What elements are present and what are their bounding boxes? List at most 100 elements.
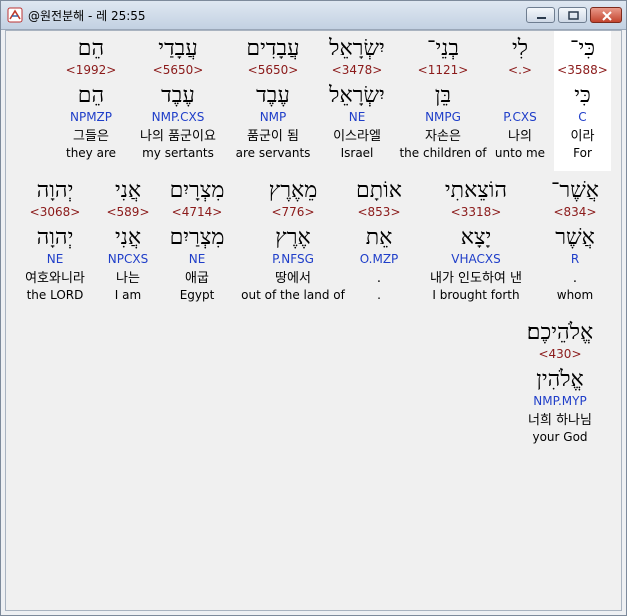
strong-number[interactable]: <1992> — [60, 63, 122, 78]
window-title: @원전분해 - 레 25:55 — [28, 9, 146, 23]
interlinear-panel[interactable]: כִּי־ <3588> כִּי C 이라 For לִי <.> P.CXS… — [5, 30, 622, 611]
english-gloss: my sertants — [142, 146, 214, 160]
hebrew-word: לִי — [511, 36, 529, 61]
korean-gloss: . — [376, 271, 382, 286]
hebrew-word: יִשְׂרָאֵל — [329, 36, 385, 61]
title-bar[interactable]: @원전분해 - 레 25:55 — [1, 1, 626, 30]
word-block[interactable]: מֵאֶרֶץ <776> אֶרֶץ P.NFSG 땅에서 out of th… — [238, 177, 348, 303]
english-gloss: are servants — [235, 146, 311, 160]
app-window: @원전분해 - 레 25:55 כִּי־ <3588> כִּי C 이라 F… — [0, 0, 627, 616]
hebrew-word: בְנֵי־ — [427, 36, 459, 61]
strong-number[interactable]: <776> — [238, 205, 348, 220]
minimize-button[interactable] — [526, 7, 555, 23]
morphology-code: NPMZP — [69, 110, 113, 124]
morphology-code: VHACXS — [451, 252, 501, 266]
korean-gloss: . — [572, 271, 578, 286]
hebrew-word: הוֹצֵאתִי — [444, 178, 508, 203]
morphology-code: NE — [188, 252, 206, 266]
app-logo-icon — [7, 7, 23, 23]
lemma-word: בֵּן — [434, 83, 452, 108]
korean-gloss: 나의 품군이요 — [140, 129, 216, 144]
english-gloss: Egypt — [179, 288, 215, 302]
english-gloss: they are — [65, 146, 116, 160]
english-gloss: . — [377, 288, 381, 302]
lemma-word: אֲשֶׁר — [555, 225, 595, 250]
word-block[interactable]: בְנֵי־ <1121> בֵּן NMPG 자손은 the children… — [398, 35, 488, 161]
word-block[interactable]: אֲשֶׁר־ <834> אֲשֶׁר R . whom — [542, 177, 608, 303]
english-gloss: the children of — [399, 146, 487, 160]
korean-gloss: 나의 — [508, 129, 532, 144]
close-button[interactable] — [590, 7, 622, 23]
strong-number[interactable]: <3478> — [324, 63, 390, 78]
hebrew-word: אֱלֹהֵיכֶם׃ — [526, 320, 594, 345]
strong-number[interactable]: <1121> — [398, 63, 488, 78]
strong-number[interactable]: <3318> — [418, 205, 534, 220]
lemma-word: עֶבֶד — [256, 83, 290, 108]
word-block[interactable]: עֲבָדַי <5650> עֶבֶד NMP.CXS 나의 품군이요 my … — [132, 35, 224, 161]
hebrew-word: אֲשֶׁר־ — [550, 178, 599, 203]
word-block[interactable]: מִצְרָיִם <4714> מִצְרַיִם NE 애굽 Egypt — [160, 177, 234, 303]
korean-gloss: 애굽 — [185, 271, 209, 286]
word-block[interactable]: יִשְׂרָאֵל <3478> יִשְׂרָאֵל NE 이스라엘 Isr… — [324, 35, 390, 161]
english-gloss: out of the land of — [241, 288, 345, 302]
word-block[interactable]: עֲבָדִים <5650> עֶבֶד NMP 품군이 됨 are serv… — [234, 35, 312, 161]
strong-number[interactable]: <4714> — [160, 205, 234, 220]
morphology-code: NPCXS — [107, 252, 149, 266]
korean-gloss: 땅에서 — [275, 271, 311, 286]
strong-number[interactable]: <853> — [348, 205, 410, 220]
english-gloss: I am — [114, 288, 142, 302]
english-gloss: whom — [556, 288, 594, 302]
word-block[interactable]: אֲנִי <589> אֲנִי NPCXS 나는 I am — [102, 177, 154, 303]
word-block[interactable]: יְהוָה <3068> יְהוָה NE 여호와니라 the LORD — [14, 177, 96, 303]
strong-number[interactable]: <3588> — [554, 63, 611, 78]
strong-number[interactable]: <5650> — [234, 63, 312, 78]
hebrew-word: מֵאֶרֶץ — [268, 178, 318, 203]
korean-gloss: 이스라엘 — [333, 129, 381, 144]
lemma-word: אֶרֶץ — [275, 225, 311, 250]
morphology-code: NMP — [259, 110, 287, 124]
hebrew-word: כִּי־ — [570, 36, 595, 61]
morphology-code: C — [578, 110, 587, 124]
morphology-code: P.CXS — [503, 110, 537, 124]
korean-gloss: 그들은 — [73, 129, 109, 144]
strong-number[interactable]: <430> — [516, 347, 604, 362]
strong-number[interactable]: <589> — [102, 205, 154, 220]
english-gloss: unto me — [494, 146, 546, 160]
strong-number[interactable]: <5650> — [132, 63, 224, 78]
lemma-word: אֲנִי — [114, 225, 142, 250]
hebrew-word: עֲבָדִים — [246, 36, 300, 61]
word-block[interactable]: כִּי־ <3588> כִּי C 이라 For — [554, 35, 611, 161]
korean-gloss: 여호와니라 — [25, 271, 85, 286]
morphology-code: NE — [46, 252, 64, 266]
korean-gloss: 자손은 — [425, 129, 461, 144]
lemma-word: הֵם — [77, 83, 105, 108]
morphology-code: NMP.MYP — [533, 394, 587, 408]
strong-number[interactable]: <.> — [492, 63, 548, 78]
english-gloss: the LORD — [26, 288, 84, 302]
korean-gloss: 내가 인도하여 낸 — [430, 271, 522, 286]
english-gloss: For — [573, 146, 592, 160]
lemma-word: אֵת — [365, 225, 393, 250]
korean-gloss: 나는 — [116, 271, 140, 286]
strong-number[interactable]: <834> — [542, 205, 608, 220]
lemma-word: אֱלֹהִין — [536, 367, 584, 392]
hebrew-word: אֲנִי — [114, 178, 142, 203]
lemma-word — [492, 82, 548, 110]
maximize-button[interactable] — [558, 7, 587, 23]
lemma-word: עֶבֶד — [161, 83, 195, 108]
morphology-code: NMP.CXS — [151, 110, 205, 124]
korean-gloss: 너희 하나님 — [528, 413, 592, 428]
word-block[interactable]: הֵם <1992> הֵם NPMZP 그들은 they are — [60, 35, 122, 161]
morphology-code: O.MZP — [359, 252, 399, 266]
word-block[interactable]: אֱלֹהֵיכֶם׃ <430> אֱלֹהִין NMP.MYP 너희 하나… — [516, 319, 604, 445]
english-gloss: I brought forth — [432, 288, 520, 302]
morphology-code: P.NFSG — [272, 252, 314, 266]
hebrew-word: יְהוָה — [36, 178, 74, 203]
lemma-word: מִצְרַיִם — [169, 225, 225, 250]
word-block[interactable]: אוֹתָם <853> אֵת O.MZP . . — [348, 177, 410, 303]
word-block[interactable]: הוֹצֵאתִי <3318> יָצָא VHACXS 내가 인도하여 낸 … — [418, 177, 534, 303]
strong-number[interactable]: <3068> — [14, 205, 96, 220]
hebrew-word: אוֹתָם — [356, 178, 402, 203]
word-block[interactable]: לִי <.> P.CXS 나의 unto me — [492, 35, 548, 161]
korean-gloss: 이라 — [570, 129, 595, 144]
